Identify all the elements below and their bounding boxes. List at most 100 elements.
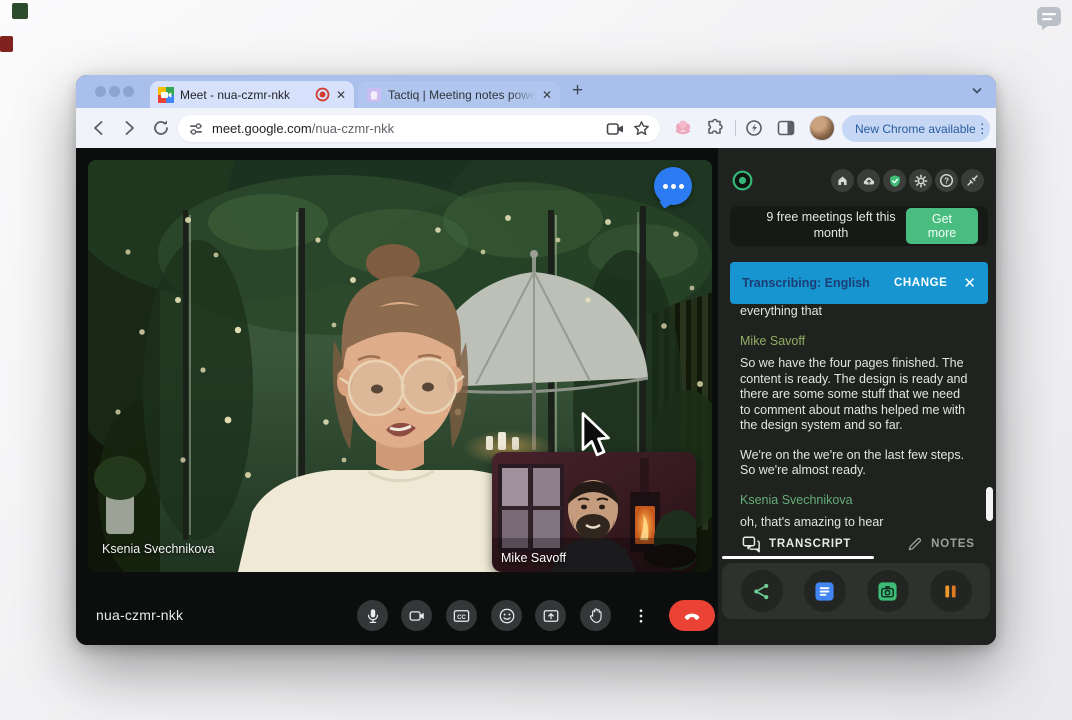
free-meetings-card: 9 free meetings left this month Get more: [730, 206, 988, 246]
cloud-icon: [862, 174, 876, 188]
home-button[interactable]: [831, 169, 854, 192]
end-call-button[interactable]: [669, 600, 715, 631]
cc-glyph: CC: [457, 614, 466, 620]
pencil-icon: [907, 536, 923, 552]
microphone-button[interactable]: [357, 600, 388, 631]
privacy-shield-button[interactable]: [883, 169, 906, 192]
tab-title: Tactiq | Meeting notes powe: [388, 88, 536, 102]
transcript-text: oh, that's amazing to hear: [740, 515, 970, 531]
traffic-light-close[interactable]: [95, 86, 106, 97]
bookmark-star-icon[interactable]: [633, 120, 650, 137]
free-meetings-text: 9 free meetings left this month: [756, 210, 906, 241]
screenshot-button[interactable]: [867, 570, 909, 612]
camera-in-use-icon[interactable]: [606, 121, 625, 137]
chat-bubbles-icon: [742, 536, 761, 553]
traffic-light-zoom[interactable]: [123, 86, 134, 97]
messenger-chat-head[interactable]: [654, 167, 692, 205]
camera-button[interactable]: [401, 600, 432, 631]
back-button[interactable]: [88, 117, 110, 139]
present-screen-button[interactable]: [535, 600, 566, 631]
banner-close-icon[interactable]: ✕: [963, 274, 976, 292]
tactiq-tab-bar: TRANSCRIPT NOTES: [722, 530, 990, 558]
tab-tactiq[interactable]: Tactiq | Meeting notes powe ✕: [358, 81, 560, 108]
side-panel-icon[interactable]: [776, 118, 796, 138]
gear-icon: [914, 174, 928, 188]
captions-icon: CC: [452, 607, 471, 625]
tab-strip: Meet - nua-czmr-nkk ✕ Tactiq | Meeting n…: [76, 75, 996, 108]
tab-search-chevron-icon[interactable]: [970, 84, 984, 98]
toolbar-divider: [735, 120, 736, 136]
detach-icon: [966, 174, 979, 187]
pip-speaker-name: Mike Savoff: [501, 551, 566, 565]
transcript-text: So we have the four pages finished. The …: [740, 356, 970, 434]
meet-control-bar: nua-czmr-nkk CC: [76, 585, 718, 645]
share-icon: [752, 582, 771, 601]
detach-panel-button[interactable]: [961, 169, 984, 192]
tab-close-icon[interactable]: ✕: [336, 89, 346, 101]
tab-meet[interactable]: Meet - nua-czmr-nkk ✕: [150, 81, 354, 108]
question-glyph: ?: [944, 177, 949, 186]
tab-close-icon[interactable]: ✕: [542, 89, 552, 101]
extensions-puzzle-icon[interactable]: [705, 118, 725, 138]
url-text: meet.google.com/nua-czmr-nkk: [212, 121, 598, 136]
main-speaker-name: Ksenia Svechnikova: [102, 542, 215, 556]
microphone-icon: [364, 607, 382, 625]
transcript-speaker: Ksenia Svechnikova: [740, 493, 970, 509]
tactiq-action-bar: [722, 563, 990, 619]
site-settings-icon[interactable]: [188, 121, 204, 137]
transcript-text: We're on the we're on the last few steps…: [740, 448, 970, 479]
google-meet-favicon: [158, 87, 174, 103]
browser-toolbar: meet.google.com/nua-czmr-nkk: [76, 108, 996, 148]
tab-transcript-label: TRANSCRIPT: [769, 538, 851, 550]
url-domain: meet.google.com: [212, 121, 312, 136]
chrome-update-button[interactable]: New Chrome available ⋮: [842, 115, 990, 142]
tab-title: Meet - nua-czmr-nkk: [180, 88, 309, 102]
raise-hand-icon: [587, 607, 605, 625]
pause-icon: [942, 583, 959, 600]
tactiq-header-actions: ?: [831, 169, 984, 192]
reactions-button[interactable]: [491, 600, 522, 631]
transcript-panel: everything that Mike Savoff So we have t…: [740, 304, 970, 545]
tab-recording-indicator-icon: [315, 87, 330, 102]
tactiq-sidebar: ? 9 free meetings left this month Get mo…: [718, 148, 996, 645]
home-icon: [836, 174, 849, 187]
pip-video-mike[interactable]: Mike Savoff: [492, 452, 696, 572]
forward-button[interactable]: [118, 117, 140, 139]
tab-notes-label: NOTES: [931, 538, 975, 550]
profile-avatar[interactable]: [809, 115, 835, 141]
meet-main-area: Ksenia Svechnikova: [76, 148, 718, 645]
overlay-green-square: [12, 3, 28, 19]
tab-transcript[interactable]: TRANSCRIPT: [742, 536, 851, 553]
cloud-sync-button[interactable]: [857, 169, 880, 192]
google-doc-icon: [814, 581, 835, 602]
pause-recording-button[interactable]: [930, 570, 972, 612]
chat-bubble-icon: [1036, 6, 1062, 30]
settings-button[interactable]: [909, 169, 932, 192]
tactiq-favicon: [366, 87, 382, 103]
help-button[interactable]: ?: [935, 169, 958, 192]
transcript-text: everything that: [740, 304, 970, 320]
tactiq-logo[interactable]: [732, 170, 753, 191]
url-path: /nua-czmr-nkk: [312, 121, 394, 136]
change-language-button[interactable]: CHANGE: [894, 277, 947, 289]
captions-button[interactable]: CC: [446, 600, 477, 631]
get-more-button[interactable]: Get more: [906, 208, 978, 244]
more-vertical-icon[interactable]: ⋮: [976, 121, 989, 137]
more-options-button[interactable]: [625, 600, 656, 631]
reload-button[interactable]: [150, 117, 172, 139]
emoji-icon: [498, 607, 516, 625]
open-google-doc-button[interactable]: [804, 570, 846, 612]
recorder-extension-icon[interactable]: [744, 118, 764, 138]
tactiq-extension-icon[interactable]: [673, 118, 693, 138]
screenshot-camera-icon: [877, 581, 898, 602]
raise-hand-button[interactable]: [580, 600, 611, 631]
tab-notes[interactable]: NOTES: [907, 536, 975, 552]
main-video-feed: Ksenia Svechnikova: [88, 160, 712, 572]
transcript-speaker: Mike Savoff: [740, 334, 970, 350]
address-bar[interactable]: meet.google.com/nua-czmr-nkk: [178, 115, 660, 142]
traffic-light-minimize[interactable]: [109, 86, 120, 97]
transcript-scrollbar[interactable]: [986, 487, 993, 521]
browser-window: Meet - nua-czmr-nkk ✕ Tactiq | Meeting n…: [76, 75, 996, 645]
new-tab-button[interactable]: +: [572, 80, 583, 102]
share-button[interactable]: [741, 570, 783, 612]
